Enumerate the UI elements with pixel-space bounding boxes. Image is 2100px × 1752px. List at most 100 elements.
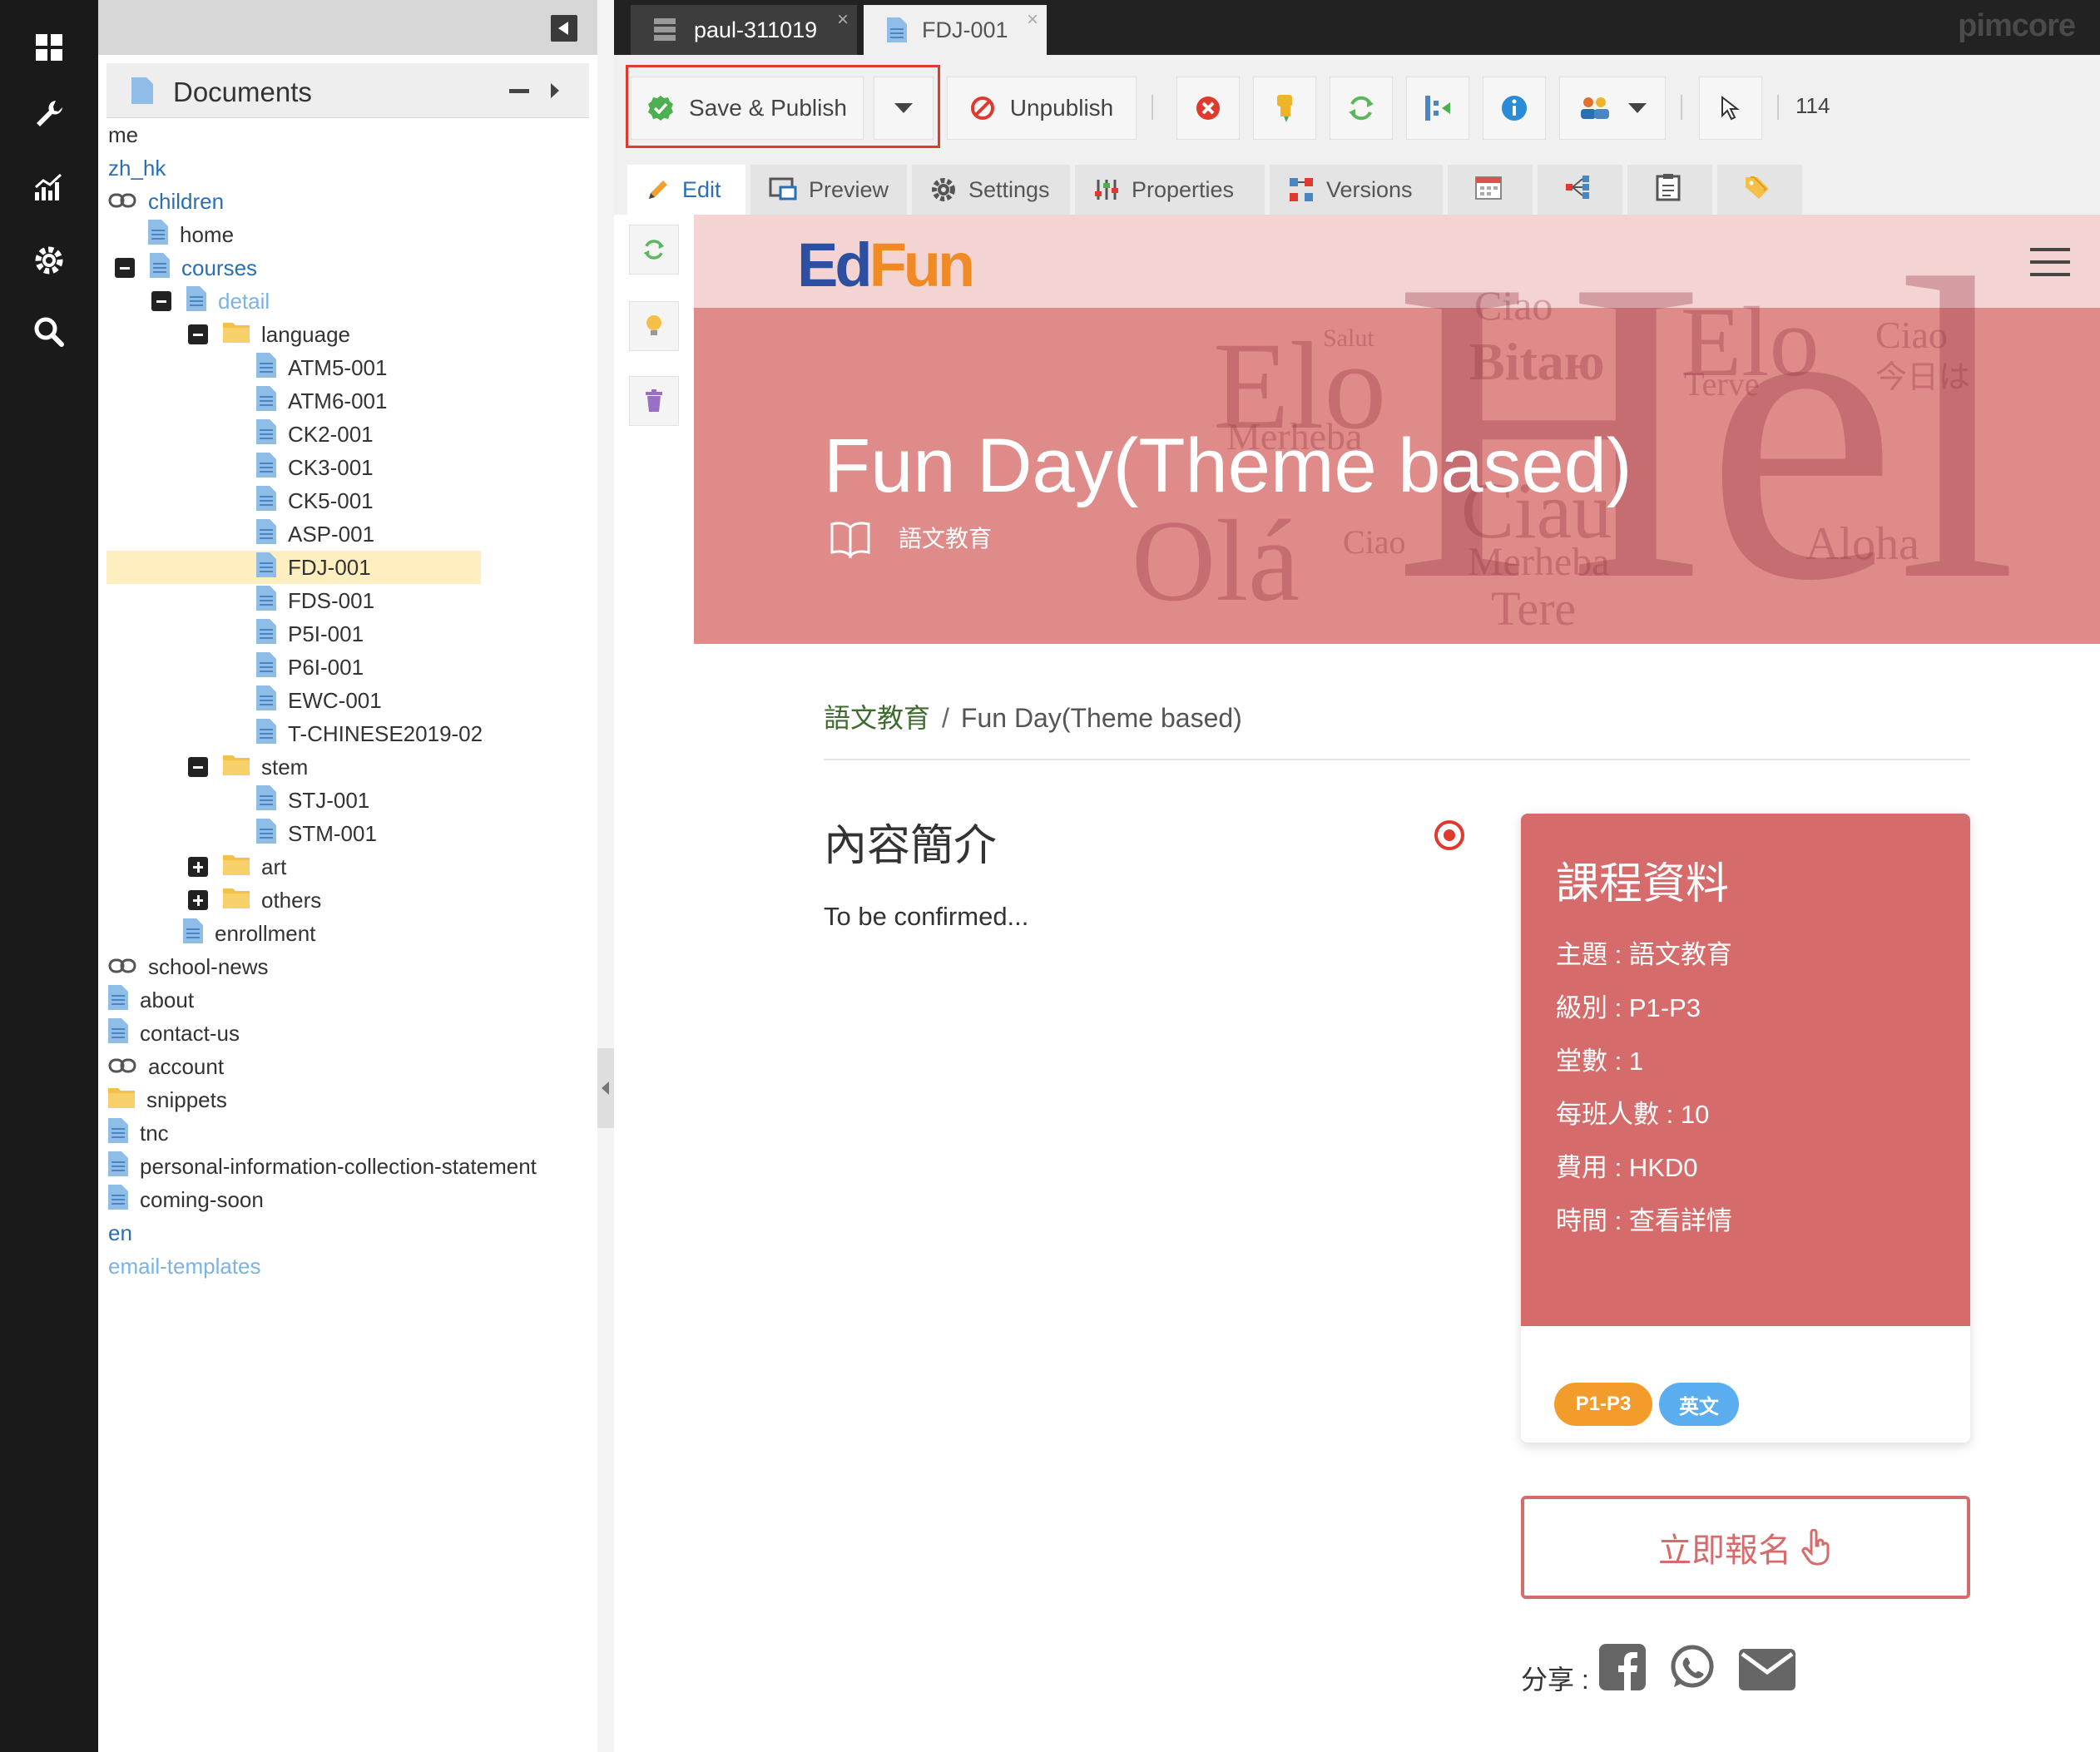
select-pointer-button[interactable] [1699,77,1762,140]
refresh-icon [1349,96,1374,121]
tree-item[interactable]: snippets [108,1083,227,1116]
tree-item[interactable]: en [108,1216,132,1250]
tree-item[interactable]: others [188,883,321,917]
page-icon [256,784,276,816]
close-icon[interactable]: × [837,8,849,32]
tree-item[interactable]: account [108,1050,224,1083]
folder-icon [223,887,250,914]
tree-item[interactable]: enrollment [183,917,315,950]
tree-item-label: FDS-001 [288,587,375,613]
tree-item[interactable]: home [148,218,234,251]
tree-item[interactable]: language [188,318,350,351]
save-options-dropdown[interactable] [874,77,934,140]
tree-item[interactable]: STM-001 [256,817,377,850]
tree-item[interactable]: email-templates [108,1250,261,1283]
save-publish-button[interactable]: Save & Publish [631,77,864,140]
delete-button[interactable] [1176,77,1240,140]
panel-splitter-handle[interactable] [597,1048,614,1128]
tab-fdj-001[interactable]: FDJ-001 × [864,5,1047,55]
tree-item[interactable]: tnc [108,1116,169,1150]
tree-item[interactable]: coming-soon [108,1183,264,1216]
tree-item[interactable]: stem [188,750,308,784]
email-icon[interactable] [1739,1649,1795,1695]
rename-button[interactable] [1253,77,1316,140]
gear-icon[interactable] [28,240,70,281]
documents-tree-header[interactable]: Documents [106,63,589,118]
tree-item[interactable]: children [108,185,224,218]
tree-item[interactable]: T-CHINESE2019-02 [256,717,483,750]
tab-edit[interactable]: Edit [627,165,745,215]
tree-item[interactable]: CK2-001 [256,418,374,451]
tab-dependencies[interactable] [1538,165,1622,215]
chevron-down-icon [1628,103,1647,113]
dashboard-grid-icon[interactable] [28,27,70,68]
analytics-chart-icon[interactable] [28,166,70,208]
expand-icon[interactable] [188,890,208,910]
tree-item[interactable]: art [188,850,286,883]
enroll-now-button[interactable]: 立即報名 [1521,1496,1970,1599]
edfun-logo[interactable]: EdFun [797,230,975,300]
collapse-icon[interactable] [115,258,135,278]
whatsapp-icon[interactable] [1669,1644,1716,1695]
expand-icon[interactable] [188,857,208,877]
tree-item-selected[interactable]: FDJ-001 [106,551,481,584]
page-icon [256,485,276,517]
tab-properties[interactable]: Properties [1075,165,1265,215]
search-icon[interactable] [28,311,70,353]
tree-item[interactable]: P5I-001 [256,617,364,651]
tree-item[interactable]: EWC-001 [256,684,382,717]
tree-item-label: personal-information-collection-statemen… [140,1153,537,1179]
chevron-right-icon[interactable] [551,83,559,98]
tree-item[interactable]: CK3-001 [256,451,374,484]
tree-item[interactable]: ATM6-001 [256,384,387,418]
unpublish-button[interactable]: Unpublish [947,77,1137,140]
close-icon[interactable]: × [1027,8,1038,32]
facebook-icon[interactable] [1599,1644,1646,1695]
tab-preview[interactable]: Preview [750,165,907,215]
toolbar-separator [1777,95,1779,120]
clear-editables-button[interactable] [629,376,679,426]
wrench-icon[interactable] [28,93,70,135]
tree-item[interactable]: P6I-001 [256,651,364,684]
tree-item[interactable]: ASP-001 [256,517,374,551]
tree-item[interactable]: courses [115,251,257,285]
tree-item[interactable]: detail [151,285,270,318]
collapse-icon[interactable] [188,324,208,344]
reload-editable-button[interactable] [629,225,679,275]
page-icon [256,618,276,650]
tree-item-label: FDJ-001 [288,554,371,580]
tree-item[interactable]: FDS-001 [256,584,374,617]
collapse-all-button[interactable] [509,89,529,93]
hamburger-menu-icon[interactable] [2030,248,2070,276]
tab-schedule[interactable] [1448,165,1533,215]
user-share-dropdown[interactable] [1559,77,1666,140]
editable-side-tools [614,215,694,1752]
tree-item[interactable]: STJ-001 [256,784,369,817]
course-info-row: 每班人數 : 10 [1556,1100,1710,1129]
target-icon[interactable] [1433,819,1466,856]
info-button[interactable] [1483,77,1546,140]
folder-icon [223,321,250,349]
tree-item[interactable]: zh_hk [108,151,166,185]
tab-notes[interactable] [1627,165,1712,215]
tab-settings[interactable]: Settings [912,165,1070,215]
tree-item[interactable]: school-news [108,950,269,983]
collapse-icon[interactable] [188,757,208,777]
tab-paul-311019[interactable]: paul-311019 × [631,5,857,55]
breadcrumb-parent-link[interactable]: 語文教育 [824,703,930,733]
tab-tags[interactable] [1717,165,1802,215]
tree-item[interactable]: personal-information-collection-statemen… [108,1150,537,1183]
tree-item[interactable]: me [108,118,138,151]
highlight-editables-button[interactable] [629,301,679,351]
page-icon [256,352,276,384]
tree-item[interactable]: CK5-001 [256,484,374,517]
show-in-tree-button[interactable] [1406,77,1469,140]
reload-button[interactable] [1330,77,1393,140]
page-icon [148,219,168,250]
tree-item[interactable]: about [108,983,194,1017]
tree-item[interactable]: ATM5-001 [256,351,387,384]
collapse-icon[interactable] [151,291,171,311]
tree-item[interactable]: contact-us [108,1017,240,1050]
collapse-panel-button[interactable] [551,15,577,42]
tab-versions[interactable]: Versions [1270,165,1443,215]
